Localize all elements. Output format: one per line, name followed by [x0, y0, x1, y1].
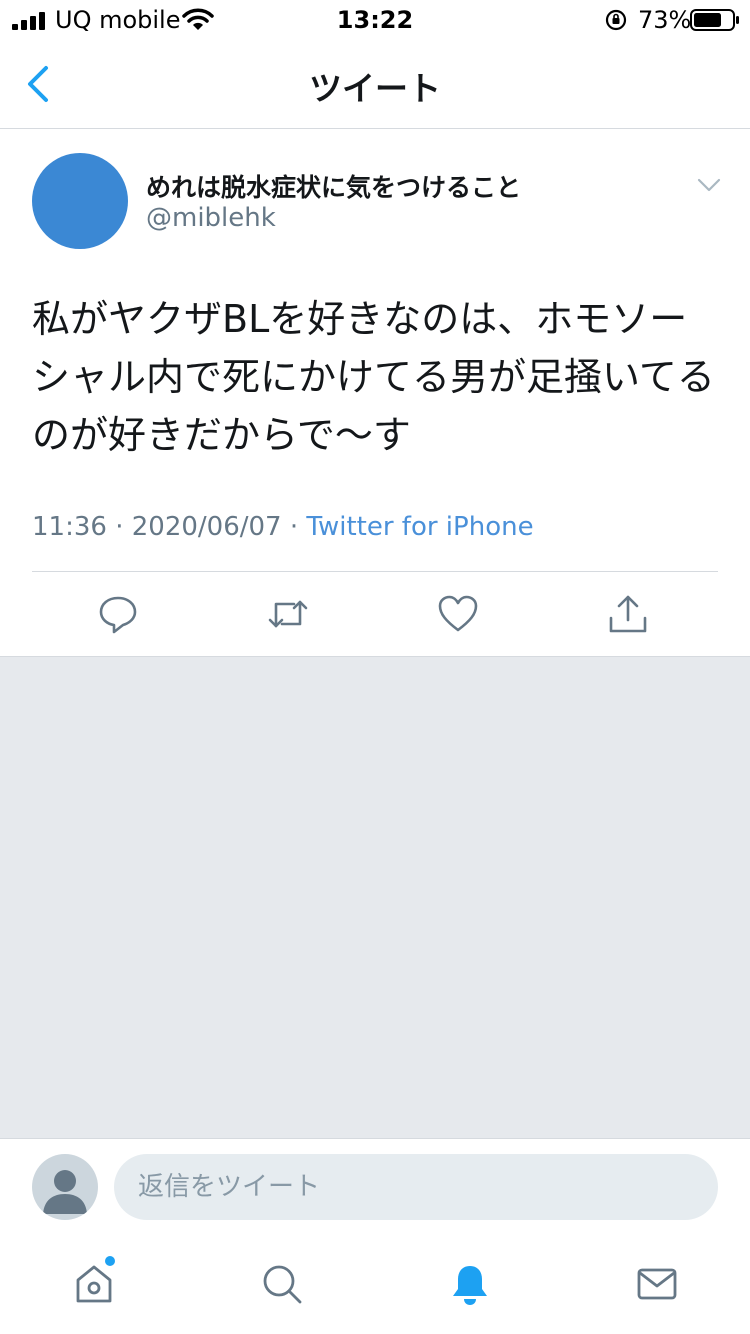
empty-replies-area	[0, 656, 750, 1139]
search-icon	[263, 1265, 302, 1304]
home-icon	[76, 1265, 112, 1303]
tab-search[interactable]	[260, 1262, 304, 1306]
author-display-name[interactable]: めれは脱水症状に気をつけること	[146, 168, 521, 204]
tweet-text: 私がヤクザBLを好きなのは、ホモソーシャル内で死にかけてる男が足掻いてるのが好き…	[32, 297, 715, 457]
chevron-down-icon[interactable]	[696, 172, 722, 198]
tab-home[interactable]	[72, 1262, 116, 1306]
like-button[interactable]	[436, 592, 480, 636]
tweet-date: 2020/06/07	[131, 512, 282, 542]
rotation-lock-icon	[605, 9, 627, 31]
retweet-button[interactable]	[266, 592, 310, 636]
author-handle[interactable]: @miblehk	[146, 203, 276, 233]
reply-icon	[99, 596, 137, 634]
share-icon	[609, 595, 647, 633]
meta-separator: ·	[115, 512, 124, 542]
reply-input[interactable]	[114, 1154, 718, 1220]
new-content-dot	[105, 1256, 115, 1266]
share-button[interactable]	[606, 592, 650, 636]
divider	[32, 571, 718, 572]
retweet-icon	[268, 600, 308, 628]
status-bar: UQ mobile 13:22 73%	[0, 0, 750, 40]
bell-icon	[453, 1266, 487, 1305]
author-avatar[interactable]	[32, 153, 128, 249]
tab-notifications[interactable]	[448, 1262, 492, 1306]
nav-bar: ツイート	[0, 40, 750, 129]
battery-percent: 73%	[638, 6, 692, 34]
reply-button[interactable]	[96, 592, 140, 636]
tab-messages[interactable]	[635, 1262, 679, 1306]
meta-separator: ·	[289, 512, 299, 542]
mail-icon	[637, 1268, 677, 1300]
page-title: ツイート	[309, 69, 441, 108]
default-avatar-icon	[43, 1170, 87, 1214]
tweet-time: 11:36	[32, 512, 107, 542]
tweet-meta: 11:36 · 2020/06/07 · Twitter for iPhone	[32, 512, 534, 542]
user-avatar[interactable]	[32, 1154, 98, 1220]
tweet-source-link[interactable]: Twitter for iPhone	[306, 512, 533, 542]
heart-icon	[438, 595, 478, 632]
battery-icon	[690, 9, 739, 31]
